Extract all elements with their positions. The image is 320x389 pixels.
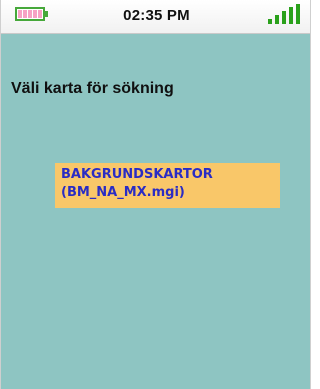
main-content: Väli karta för sökning BAKGRUNDSKARTOR (…: [1, 34, 310, 389]
map-list: BAKGRUNDSKARTOR (BM_NA_MX.mgi): [55, 163, 280, 208]
map-item-name: BAKGRUNDSKARTOR: [61, 167, 213, 182]
signal-bar: [289, 7, 293, 24]
signal-bar: [275, 15, 279, 24]
status-time: 02:35 PM: [123, 7, 190, 24]
signal-strength-icon: [266, 4, 300, 24]
signal-bar: [296, 4, 300, 24]
map-item-file: (BM_NA_MX.mgi): [61, 185, 185, 200]
signal-bar: [268, 19, 272, 24]
device-frame: 02:35 PM Väli karta för sökning BAKGRUND…: [0, 0, 320, 389]
map-item-bakgrundskartor[interactable]: BAKGRUNDSKARTOR (BM_NA_MX.mgi): [55, 163, 280, 208]
status-bar: 02:35 PM: [1, 0, 310, 34]
screen: 02:35 PM Väli karta för sökning BAKGRUND…: [0, 0, 311, 389]
signal-bar: [282, 11, 286, 24]
page-title: Väli karta för sökning: [11, 80, 174, 97]
